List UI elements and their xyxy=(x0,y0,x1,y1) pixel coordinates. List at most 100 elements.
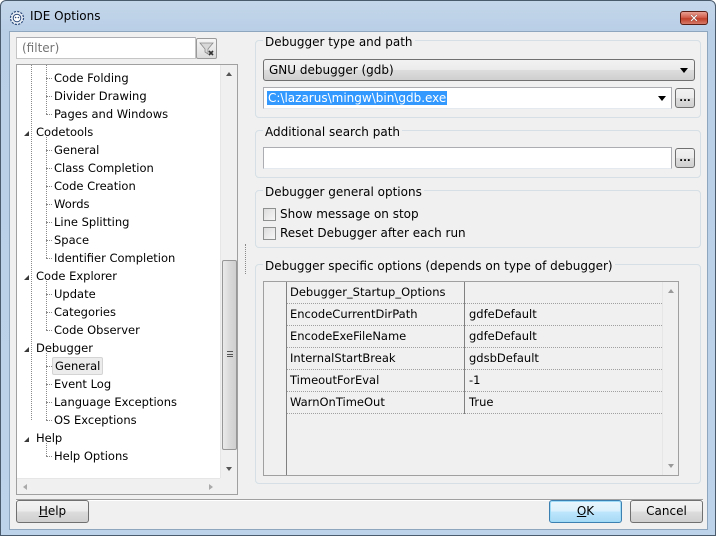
tree-item[interactable]: Categories xyxy=(17,303,217,321)
help-button[interactable]: Help xyxy=(16,500,89,523)
column-separator[interactable] xyxy=(464,392,465,414)
options-tree[interactable]: Code Folding Divider Drawing Pages and Win… xyxy=(16,64,238,495)
specific-options-group: Debugger specific options (depends on ty… xyxy=(255,259,701,484)
property-value[interactable]: gdfeDefault xyxy=(469,304,537,325)
tree-item-label: Words xyxy=(54,197,90,211)
tree-item[interactable]: Pages and Windows xyxy=(17,105,217,123)
expanded-triangle-icon[interactable] xyxy=(24,437,29,442)
close-icon: ✕ xyxy=(689,11,699,25)
column-separator[interactable] xyxy=(464,348,465,370)
property-value[interactable]: True xyxy=(469,392,493,413)
grid-vertical-scrollbar[interactable] xyxy=(662,282,678,475)
property-row[interactable]: Debugger_Startup_Options xyxy=(287,282,676,304)
tree-connector-line xyxy=(46,443,47,456)
tree-item[interactable]: Space xyxy=(17,231,217,249)
ok-button[interactable]: OK xyxy=(549,500,622,523)
tree-item-label: Divider Drawing xyxy=(54,89,147,103)
tree-item[interactable]: OS Exceptions xyxy=(17,411,217,429)
property-row[interactable]: EncodeExeFileName gdfeDefault xyxy=(287,326,676,348)
expanded-triangle-icon[interactable] xyxy=(24,131,29,136)
tree-item-label: Update xyxy=(54,287,96,301)
tree-item[interactable]: General xyxy=(17,357,217,375)
search-path-input[interactable] xyxy=(263,147,672,169)
expanded-triangle-icon[interactable] xyxy=(24,347,29,352)
property-row[interactable]: WarnOnTimeOut True xyxy=(287,392,676,414)
clear-filter-button[interactable] xyxy=(196,38,217,59)
splitter-handle[interactable] xyxy=(245,244,247,274)
tree-horizontal-scrollbar[interactable] xyxy=(17,478,220,494)
close-button[interactable]: ✕ xyxy=(680,11,708,25)
tree-item[interactable]: Language Exceptions xyxy=(17,393,217,411)
tree-connector-line xyxy=(46,281,47,330)
debugger-path-combo[interactable]: C:\lazarus\mingw\bin\gdb.exe xyxy=(263,87,672,109)
dialog-client-area: Code Folding Divider Drawing Pages and Win… xyxy=(9,31,708,530)
checkbox-label: Reset Debugger after each run xyxy=(280,226,466,240)
tree-item[interactable]: Code Creation xyxy=(17,177,217,195)
column-separator[interactable] xyxy=(464,282,465,304)
property-name: WarnOnTimeOut xyxy=(290,395,385,409)
browse-search-path-button[interactable]: ... xyxy=(675,148,695,168)
tree-category[interactable]: Help xyxy=(17,429,217,447)
chevron-down-icon[interactable] xyxy=(658,96,666,101)
property-name: TimeoutForEval xyxy=(290,373,380,387)
debugger-path-value: C:\lazarus\mingw\bin\gdb.exe xyxy=(267,91,448,105)
property-value[interactable]: -1 xyxy=(469,370,480,391)
tree-item[interactable]: Words xyxy=(17,195,217,213)
scroll-up-icon[interactable] xyxy=(226,72,232,76)
ok-label-rest: K xyxy=(586,504,595,518)
property-row[interactable]: InternalStartBreak gdsbDefault xyxy=(287,348,676,370)
scroll-down-icon[interactable] xyxy=(668,464,674,468)
tree-item-label: Class Completion xyxy=(54,161,154,175)
tree-category-label: Codetools xyxy=(36,125,94,139)
tree-category[interactable]: Debugger xyxy=(17,339,217,357)
property-grid[interactable]: Debugger_Startup_Options EncodeCurrentDir… xyxy=(263,281,679,476)
tree-item[interactable]: Help Options xyxy=(17,447,217,465)
tree-item[interactable]: General xyxy=(17,141,217,159)
tree-item[interactable]: Update xyxy=(17,285,217,303)
title-bar[interactable]: IDE Options ✕ xyxy=(1,1,715,33)
tree-item[interactable]: Identifier Completion xyxy=(17,249,217,267)
tree-connector-line xyxy=(46,65,47,114)
tree-scroll-thumb[interactable] xyxy=(222,260,237,450)
property-row[interactable]: TimeoutForEval -1 xyxy=(287,370,676,392)
group-title: Debugger specific options (depends on ty… xyxy=(263,259,615,273)
column-separator[interactable] xyxy=(464,304,465,326)
tree-item[interactable]: Code Observer xyxy=(17,321,217,339)
tree-item-label: Event Log xyxy=(54,377,112,391)
property-row[interactable]: EncodeCurrentDirPath gdfeDefault xyxy=(287,304,676,326)
tree-item[interactable]: Line Splitting xyxy=(17,213,217,231)
property-value[interactable]: gdfeDefault xyxy=(469,326,537,347)
group-title: Additional search path xyxy=(263,125,403,139)
column-separator[interactable] xyxy=(464,370,465,392)
tree-item-label: OS Exceptions xyxy=(54,413,137,427)
debugger-type-group: Debugger type and path GNU debugger (gdb… xyxy=(255,35,701,118)
browse-debugger-path-button[interactable]: ... xyxy=(675,88,695,108)
scroll-up-icon[interactable] xyxy=(668,289,674,293)
property-value[interactable]: gdsbDefault xyxy=(469,348,539,369)
chevron-down-icon xyxy=(680,68,688,73)
tree-item-label: Code Observer xyxy=(54,323,140,337)
scroll-right-icon[interactable] xyxy=(209,484,213,490)
tree-item-label: Identifier Completion xyxy=(54,251,176,265)
grip-icon xyxy=(227,351,233,357)
tree-item[interactable]: Divider Drawing xyxy=(17,87,217,105)
tree-item-label-selected: General xyxy=(52,357,104,375)
tree-category[interactable]: Codetools xyxy=(17,123,217,141)
checkbox-box[interactable] xyxy=(263,227,276,240)
checkbox-box[interactable] xyxy=(263,208,276,221)
filter-input[interactable] xyxy=(16,37,196,59)
tree-vertical-scrollbar[interactable] xyxy=(220,65,237,478)
column-separator[interactable] xyxy=(464,326,465,348)
expanded-triangle-icon[interactable] xyxy=(24,275,29,280)
tree-item[interactable]: Event Log xyxy=(17,375,217,393)
cancel-button[interactable]: Cancel xyxy=(630,500,703,523)
tree-category[interactable]: Code Explorer xyxy=(17,267,217,285)
tree-item-label: Code Creation xyxy=(54,179,136,193)
tree-category-label: Debugger xyxy=(36,341,93,355)
scroll-left-icon[interactable] xyxy=(23,484,27,490)
debugger-type-select[interactable]: GNU debugger (gdb) xyxy=(263,59,695,81)
scroll-down-icon[interactable] xyxy=(226,467,232,471)
tree-item[interactable]: Class Completion xyxy=(17,159,217,177)
tree-item[interactable]: Code Folding xyxy=(17,69,217,87)
general-options-group: Debugger general options Show message on… xyxy=(255,185,701,248)
